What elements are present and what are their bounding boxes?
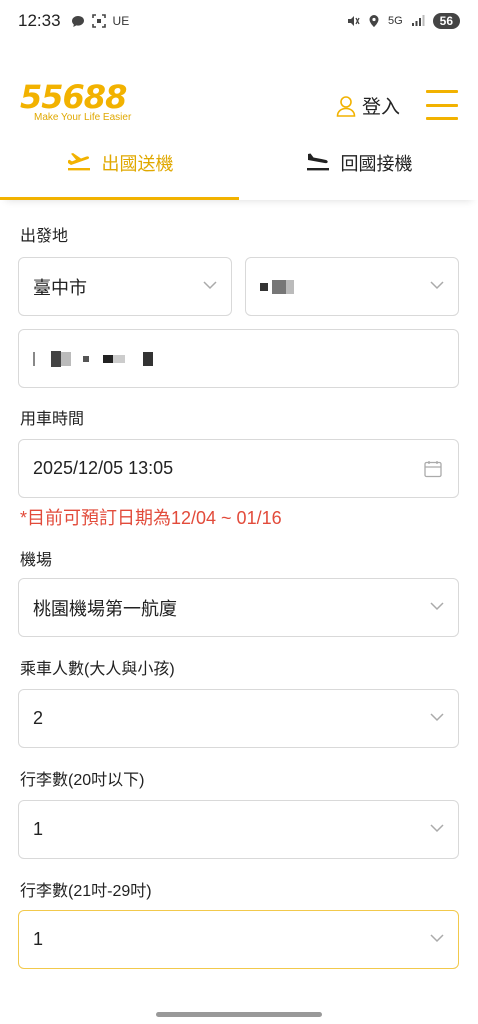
user-icon	[336, 95, 356, 117]
trip-type-tabs: 出國送機 回國接機	[0, 140, 478, 200]
airport-label: 機場	[20, 552, 53, 569]
chevron-down-icon	[430, 933, 444, 942]
time-label: 用車時間	[20, 411, 85, 428]
chevron-down-icon	[203, 280, 217, 289]
tab-departure[interactable]: 出國送機	[0, 140, 239, 200]
redacted-text	[143, 351, 153, 366]
redacted-text	[83, 355, 89, 362]
plane-landing-icon	[306, 153, 329, 171]
login-label: 登入	[362, 97, 401, 118]
tab-departure-label: 出國送機	[101, 154, 174, 174]
luggage-small-value: 1	[33, 819, 44, 839]
login-button[interactable]: 登入	[336, 92, 400, 119]
chevron-down-icon	[430, 823, 444, 832]
redacted-text	[51, 350, 61, 367]
address-input[interactable]	[18, 329, 459, 388]
menu-line	[426, 103, 458, 107]
luggage-large-select[interactable]: 1	[18, 910, 459, 969]
mute-icon	[347, 16, 360, 26]
scan-icon	[91, 14, 106, 28]
tab-arrival[interactable]: 回國接機	[239, 140, 478, 200]
logo-tagline: Make Your Life Easier	[34, 112, 132, 123]
luggage-small-label: 行李數(20吋以下)	[20, 772, 145, 789]
airport-select[interactable]: 桃園機場第一航廈	[18, 578, 459, 637]
luggage-small-select[interactable]: 1	[18, 800, 459, 859]
calendar-icon	[424, 460, 442, 477]
booking-notice: *目前可預訂日期為12/04 ~ 01/16	[20, 508, 282, 528]
redacted-text	[103, 354, 113, 363]
redacted-text	[286, 279, 294, 294]
menu-line	[426, 90, 458, 93]
chevron-down-icon	[430, 712, 444, 721]
logo-text: 55688	[20, 78, 127, 116]
site-header: 55688 Make Your Life Easier 登入	[0, 60, 478, 140]
network-type: 5G	[387, 15, 403, 27]
location-icon	[369, 15, 379, 27]
status-time: 12:33	[18, 11, 61, 30]
menu-line	[426, 117, 458, 120]
signal-icon	[411, 15, 425, 26]
plane-takeoff-icon	[67, 153, 90, 171]
passengers-label: 乘車人數(大人與小孩)	[20, 661, 175, 678]
datetime-picker[interactable]: 2025/12/05 13:05	[18, 439, 459, 498]
city-select[interactable]: 臺中市	[18, 257, 232, 316]
hamburger-menu-button[interactable]	[426, 90, 458, 120]
luggage-large-label: 行李數(21吋-29吋)	[20, 883, 152, 900]
chevron-down-icon	[430, 280, 444, 289]
district-select[interactable]	[245, 257, 459, 316]
redacted-text	[260, 282, 268, 291]
logo[interactable]: 55688 Make Your Life Easier	[20, 80, 131, 123]
origin-label: 出發地	[20, 228, 69, 245]
city-value: 臺中市	[33, 277, 87, 298]
carrier-tag: UE	[112, 14, 130, 28]
home-indicator[interactable]	[156, 1012, 322, 1017]
tab-arrival-label: 回國接機	[340, 154, 413, 174]
chat-bubble-icon	[71, 15, 84, 27]
passengers-select[interactable]: 2	[18, 689, 459, 748]
airport-value: 桃園機場第一航廈	[33, 598, 177, 619]
passengers-value: 2	[33, 708, 44, 728]
redacted-text	[113, 354, 125, 363]
redacted-text	[33, 351, 35, 366]
datetime-value: 2025/12/05 13:05	[33, 458, 174, 478]
battery-indicator: 56	[432, 13, 460, 29]
redacted-text	[61, 351, 71, 366]
status-bar: 12:33 UE 5G 56	[0, 0, 478, 42]
redacted-text	[272, 279, 286, 294]
chevron-down-icon	[430, 601, 444, 610]
luggage-large-value: 1	[33, 929, 44, 949]
